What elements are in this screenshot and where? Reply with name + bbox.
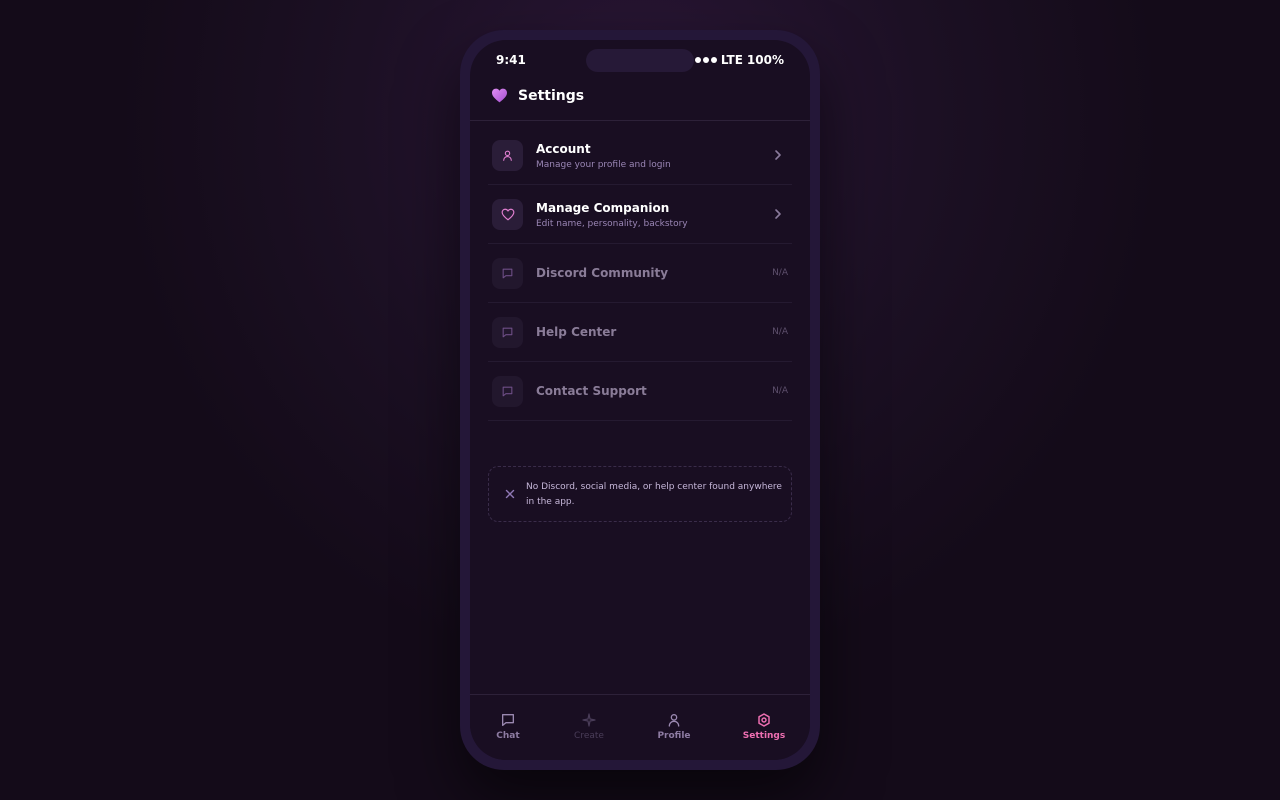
user-icon <box>503 150 512 161</box>
status-time: 9:41 <box>496 53 526 67</box>
chat-bubble-icon <box>502 327 513 338</box>
tab-profile[interactable]: Profile <box>654 695 694 760</box>
tab-label: Settings <box>742 731 786 741</box>
app-screen: 9:41 LTE 100% Settings Account Manage yo… <box>470 40 810 760</box>
row-status-label: N/A <box>772 268 788 278</box>
settings-row-discord-community: Discord Community N/A <box>488 244 792 303</box>
chat-bubble-icon <box>502 714 514 726</box>
row-subtitle: Edit name, personality, backstory <box>536 219 688 229</box>
tab-label: Create <box>574 731 604 741</box>
support-icon-tile <box>492 376 523 407</box>
heart-icon <box>501 208 514 221</box>
purple-heart-icon <box>492 88 507 103</box>
tab-settings[interactable]: Settings <box>738 695 790 760</box>
phone-frame: 9:41 LTE 100% Settings Account Manage yo… <box>460 30 820 770</box>
page-header: Settings <box>470 80 810 121</box>
gear-icon <box>758 713 770 727</box>
chat-bubble-icon <box>502 268 513 279</box>
row-title: Account <box>536 142 591 156</box>
sparkle-icon <box>582 713 596 727</box>
battery-label: 100% <box>746 53 784 67</box>
row-subtitle: Manage your profile and login <box>536 160 671 170</box>
status-indicators: LTE 100% <box>694 53 784 67</box>
network-label: LTE <box>720 53 743 67</box>
page-title: Settings <box>518 88 585 104</box>
account-icon-tile <box>492 140 523 171</box>
tab-label: Profile <box>657 731 691 741</box>
dynamic-island <box>586 49 694 72</box>
row-title: Contact Support <box>536 384 647 398</box>
close-x-icon <box>505 489 515 499</box>
row-status-label: N/A <box>772 327 788 337</box>
settings-list: Account Manage your profile and login Ma… <box>488 126 792 421</box>
row-title: Manage Companion <box>536 201 670 215</box>
row-title: Help Center <box>536 325 617 339</box>
signal-icon <box>694 57 717 63</box>
chevron-right-icon <box>775 150 781 160</box>
settings-row-account[interactable]: Account Manage your profile and login <box>488 126 792 185</box>
row-title: Discord Community <box>536 266 669 280</box>
notice-text: No Discord, social media, or help center… <box>526 482 782 507</box>
bottom-tab-bar: Chat Create Profile Settings <box>470 694 810 760</box>
tab-label: Chat <box>496 731 520 741</box>
settings-row-manage-companion[interactable]: Manage Companion Edit name, personality,… <box>488 185 792 244</box>
tab-create: Create <box>569 695 609 760</box>
missing-links-notice: No Discord, social media, or help center… <box>488 466 792 522</box>
help-icon-tile <box>492 317 523 348</box>
settings-row-help-center: Help Center N/A <box>488 303 792 362</box>
tab-chat[interactable]: Chat <box>488 695 528 760</box>
settings-row-contact-support: Contact Support N/A <box>488 362 792 421</box>
status-bar: 9:41 LTE 100% <box>470 40 810 80</box>
row-status-label: N/A <box>772 386 788 396</box>
chat-bubble-icon <box>502 386 513 397</box>
chevron-right-icon <box>775 209 781 219</box>
discord-icon-tile <box>492 258 523 289</box>
companion-icon-tile <box>492 199 523 230</box>
user-icon <box>668 714 680 727</box>
